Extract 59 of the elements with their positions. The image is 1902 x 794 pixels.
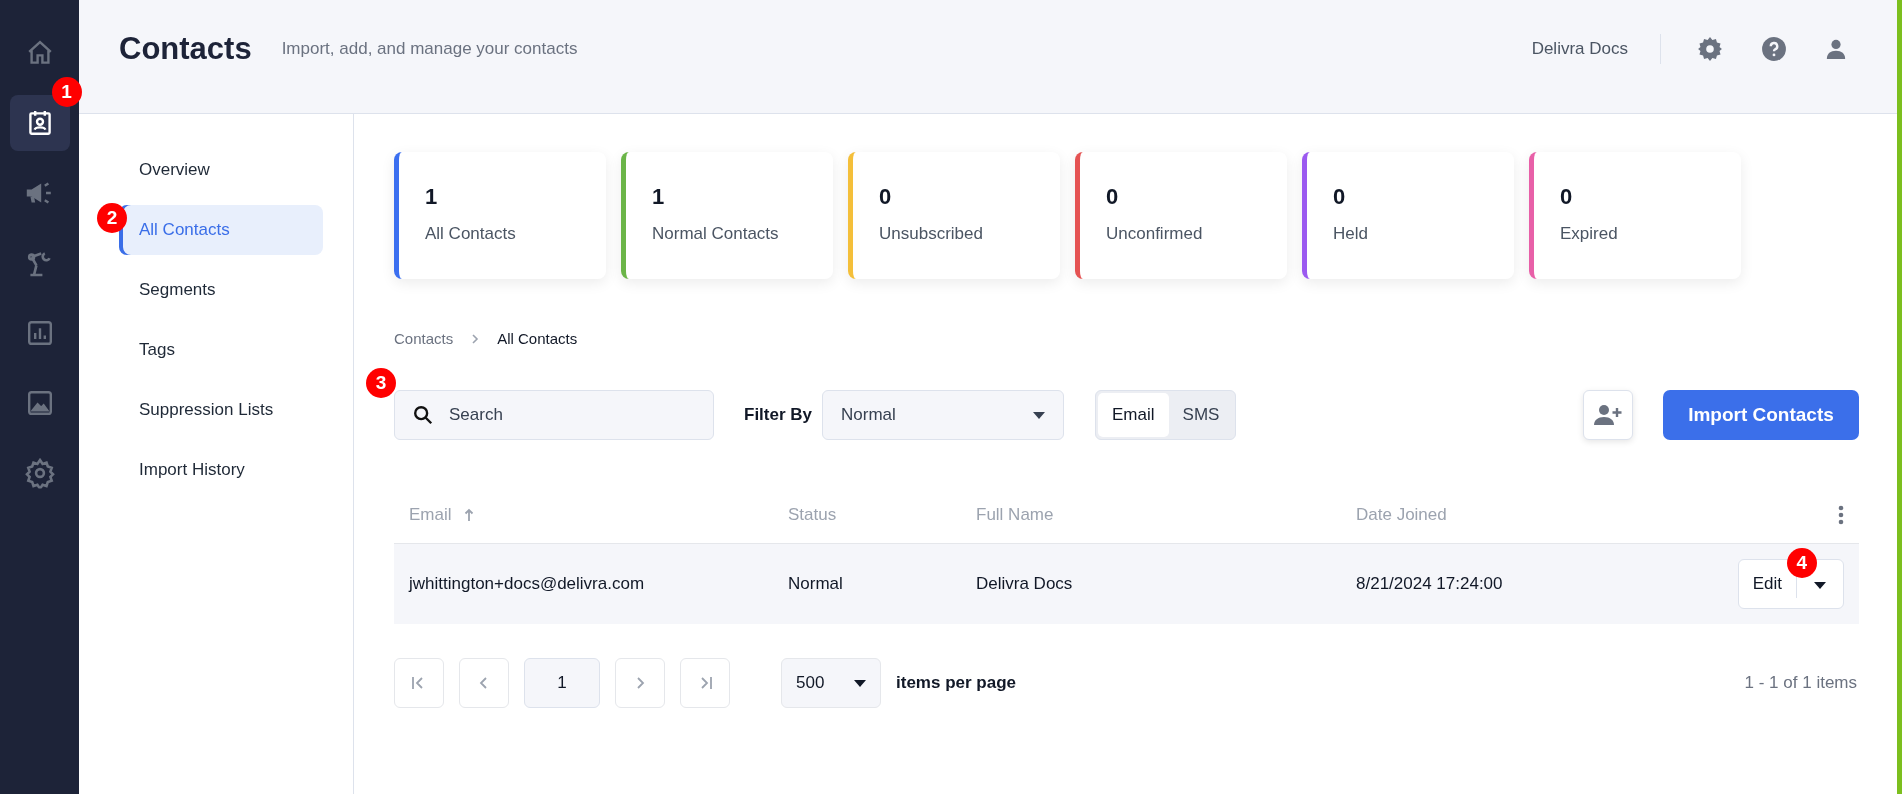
caret-icon	[1814, 581, 1826, 589]
caret-icon	[1033, 411, 1046, 419]
chevron-right-icon	[471, 332, 480, 345]
import-contacts-button[interactable]: Import Contacts	[1663, 390, 1859, 440]
stat-value: 0	[1560, 184, 1574, 210]
add-contact-button[interactable]	[1583, 390, 1633, 440]
step-badge: 1	[51, 77, 82, 107]
stat-label: Unsubscribed	[879, 224, 984, 244]
filter-label: Filter By	[744, 405, 813, 425]
channel-toggle[interactable]: Email	[1098, 393, 1169, 437]
page-size-label: items per page	[896, 673, 1016, 693]
user-plus-icon	[1594, 404, 1622, 426]
breadcrumb-link[interactable]: Contacts	[394, 330, 454, 347]
subnav-item[interactable]: Suppression Lists	[119, 385, 323, 435]
search-icon	[412, 404, 434, 426]
caret-icon	[854, 679, 866, 687]
stat-value: 0	[1333, 184, 1347, 210]
stat-label: Held	[1333, 224, 1369, 244]
status-cell-text: Normal	[788, 574, 844, 594]
stat-label: Expired	[1560, 224, 1619, 244]
help-icon[interactable]	[1761, 35, 1787, 62]
filter-dropdown[interactable]: Normal	[822, 390, 1065, 440]
subnav-item[interactable]: All Contacts	[119, 205, 323, 255]
subnav-item[interactable]: Segments	[119, 265, 323, 315]
account-name: Delivra Docs	[1531, 38, 1628, 59]
bar-chart-icon	[25, 318, 54, 348]
step-badge: 4	[1786, 548, 1817, 578]
stat-value: 1	[425, 184, 439, 210]
settings-icon[interactable]	[1697, 35, 1723, 62]
image-icon	[25, 388, 54, 418]
search-field[interactable]: Search	[394, 390, 714, 440]
stat-value: 1	[652, 184, 666, 210]
step-badge: 2	[97, 203, 127, 233]
step-badge: 3	[366, 368, 396, 398]
subnav-item[interactable]: Overview	[119, 145, 323, 195]
user-icon[interactable]	[1825, 37, 1847, 60]
stat-label: Unconfirmed	[1106, 224, 1204, 244]
more-vertical-icon[interactable]	[1838, 505, 1844, 525]
name-cell-text: Delivra Docs	[976, 574, 1074, 594]
page-subtitle: Import, add, and manage your contacts	[281, 38, 578, 59]
chevron-right-icon	[635, 676, 645, 690]
settings-icon	[23, 457, 56, 489]
email-cell-text: jwhittington+docs@delivra.com	[407, 574, 646, 594]
chevron-left-icon	[479, 676, 489, 690]
pagination-summary: 1 - 1 of 1 items	[1744, 673, 1858, 693]
channel-toggle[interactable]: SMS	[1168, 393, 1234, 437]
subnav-item[interactable]: Tags	[119, 325, 323, 375]
page-number-button[interactable]: 1	[524, 658, 600, 708]
stat-label: All Contacts	[425, 224, 517, 244]
page-title: Contacts	[119, 30, 252, 67]
first-page-button[interactable]	[394, 658, 444, 708]
stat-value: 0	[879, 184, 893, 210]
stat-value: 0	[1106, 184, 1120, 210]
sort-ascending-icon	[463, 508, 474, 522]
subnav-item[interactable]: Import History	[119, 445, 323, 495]
page-size-dropdown[interactable]: 500	[781, 658, 881, 708]
date-cell-text: 8/21/2024 17:24:00	[1356, 574, 1504, 594]
stat-label: Normal Contacts	[652, 224, 780, 244]
last-page-button[interactable]	[680, 658, 730, 708]
